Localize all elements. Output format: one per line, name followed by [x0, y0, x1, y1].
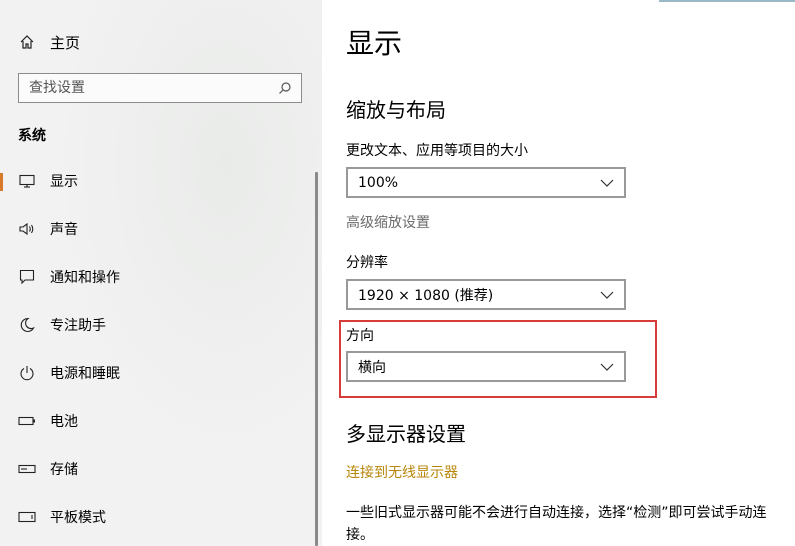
scale-layout-heading: 缩放与布局 [346, 98, 446, 122]
search-icon[interactable] [275, 78, 295, 98]
notification-icon [18, 268, 36, 286]
chevron-down-icon [600, 176, 614, 190]
sidebar-item-label: 通知和操作 [50, 270, 120, 286]
sidebar-item-label: 显示 [50, 174, 78, 190]
storage-icon [18, 460, 36, 478]
monitor-icon [18, 172, 36, 190]
resolution-dropdown[interactable]: 1920 × 1080 (推荐) [346, 279, 626, 310]
chevron-down-icon [600, 360, 614, 374]
sidebar: 主页 系统 显示 声音 通知和操作 [0, 0, 322, 546]
sidebar-item-label: 电池 [50, 414, 78, 430]
advanced-scaling-link[interactable]: 高级缩放设置 [346, 212, 430, 232]
main-content: 显示 缩放与布局 更改文本、应用等项目的大小 100% 高级缩放设置 分辨率 1… [322, 0, 795, 546]
page-title: 显示 [346, 27, 403, 60]
resolution-value: 1920 × 1080 (推荐) [358, 287, 494, 304]
chevron-down-icon [600, 288, 614, 302]
home-label: 主页 [50, 33, 81, 52]
speaker-icon [18, 220, 36, 238]
sidebar-item-display[interactable]: 显示 [0, 157, 315, 205]
sidebar-item-label: 电源和睡眠 [50, 366, 120, 382]
orientation-dropdown[interactable]: 横向 [346, 351, 626, 382]
home-nav-item[interactable]: 主页 [18, 28, 80, 56]
battery-icon [18, 412, 36, 430]
sidebar-item-label: 专注助手 [50, 318, 106, 334]
sidebar-item-battery[interactable]: 电池 [0, 397, 315, 445]
section-label-system: 系统 [18, 128, 46, 144]
tablet-icon [18, 508, 36, 526]
search-box[interactable] [18, 73, 302, 103]
sidebar-scrollbar[interactable] [315, 172, 318, 546]
sidebar-item-storage[interactable]: 存储 [0, 445, 315, 493]
top-accent-line [659, 0, 795, 2]
text-size-label: 更改文本、应用等项目的大小 [346, 143, 528, 159]
sidebar-item-power-sleep[interactable]: 电源和睡眠 [0, 349, 315, 397]
resolution-label: 分辨率 [346, 255, 388, 271]
nav-list: 显示 声音 通知和操作 专注助手 电源和睡眠 电池 存储 平板模式 [0, 157, 315, 541]
orientation-value: 横向 [358, 359, 386, 376]
sidebar-item-label: 存储 [50, 462, 78, 478]
sidebar-item-sound[interactable]: 声音 [0, 205, 315, 253]
sidebar-item-label: 声音 [50, 222, 78, 238]
detect-description: 一些旧式显示器可能不会进行自动连接，选择“检测”即可尝试手动连接。 [346, 505, 767, 543]
sidebar-item-notifications[interactable]: 通知和操作 [0, 253, 315, 301]
sidebar-item-label: 平板模式 [50, 510, 106, 526]
text-size-value: 100% [358, 174, 399, 191]
sidebar-item-tablet-mode[interactable]: 平板模式 [0, 493, 315, 541]
power-icon [18, 364, 36, 382]
multi-display-heading: 多显示器设置 [346, 422, 466, 446]
wireless-display-link[interactable]: 连接到无线显示器 [346, 462, 458, 482]
search-input[interactable] [19, 79, 275, 97]
moon-icon [18, 316, 36, 334]
orientation-label: 方向 [346, 328, 374, 344]
text-size-dropdown[interactable]: 100% [346, 167, 626, 198]
sidebar-item-focus-assist[interactable]: 专注助手 [0, 301, 315, 349]
home-icon [18, 33, 36, 51]
